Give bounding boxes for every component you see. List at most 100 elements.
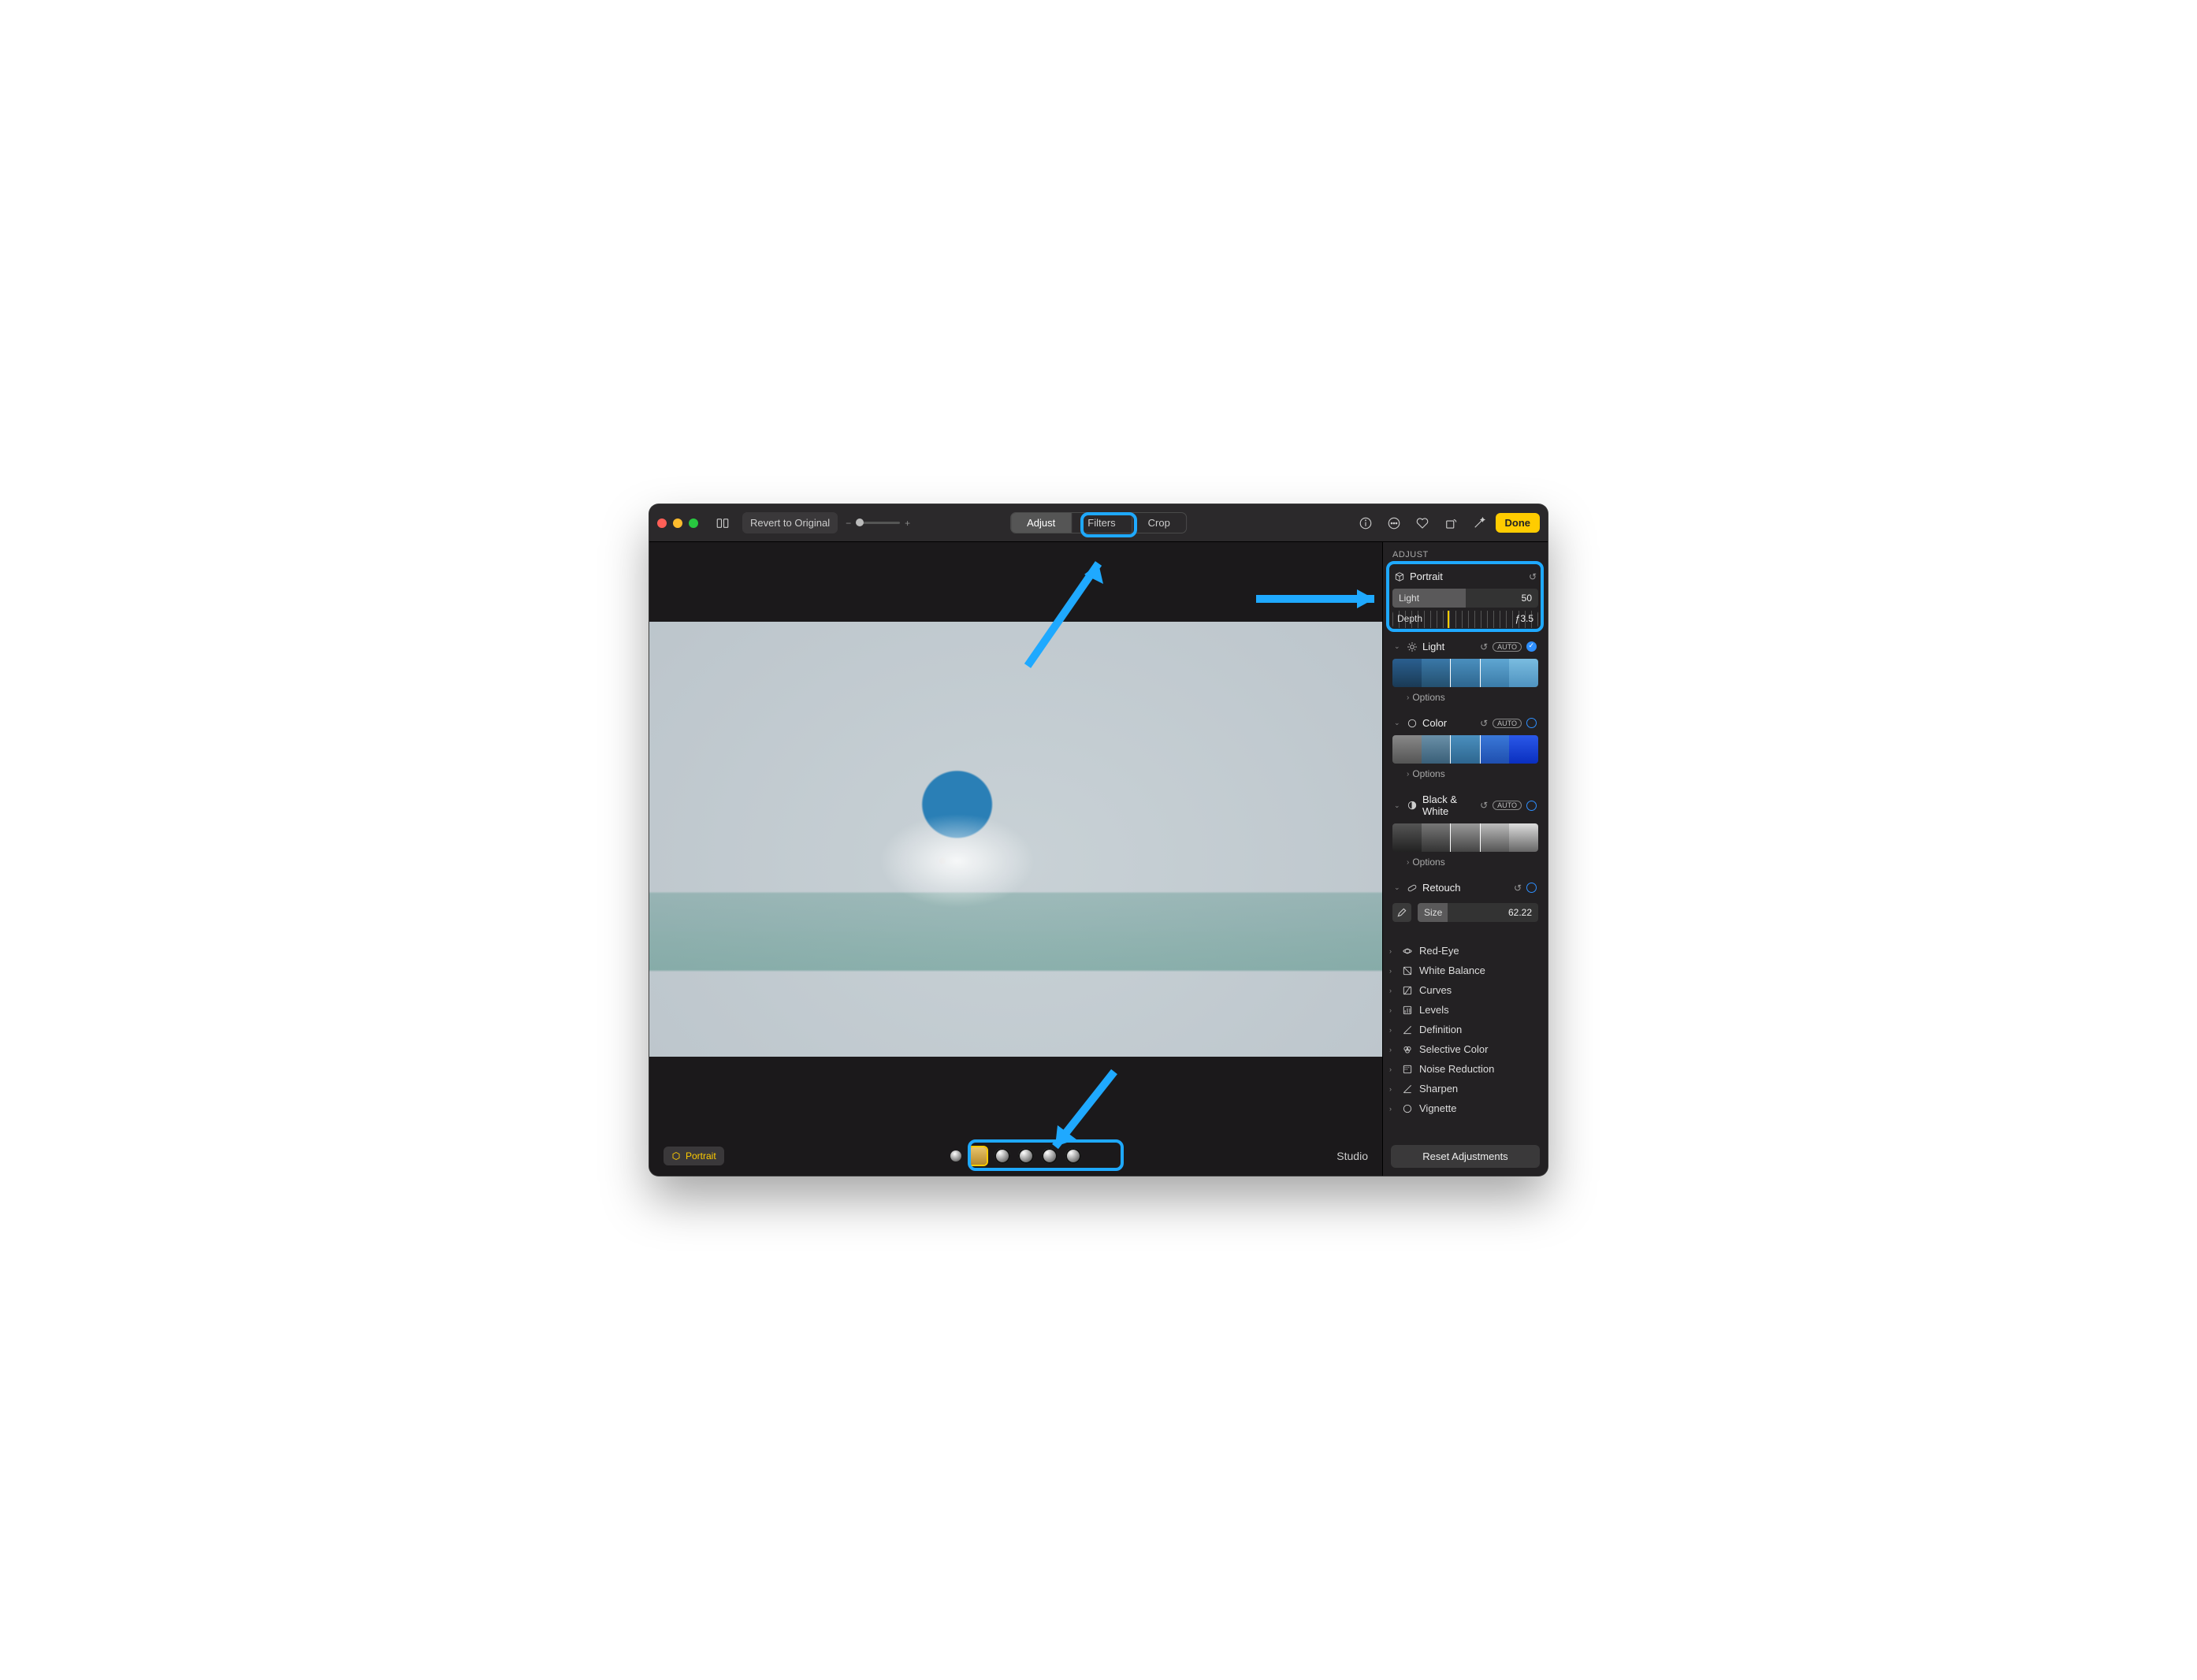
canvas-area: Portrait Studio bbox=[649, 542, 1382, 1176]
portrait-depth-slider[interactable]: Depth ƒ3.5 bbox=[1392, 611, 1538, 628]
bw-reset-icon[interactable]: ↺ bbox=[1480, 800, 1488, 811]
chevron-down-icon: ⌄ bbox=[1394, 883, 1402, 892]
white-balance-icon bbox=[1402, 965, 1413, 976]
panel-retouch-name: Retouch bbox=[1422, 882, 1509, 894]
light-auto-button[interactable]: AUTO bbox=[1493, 642, 1522, 652]
minimize-window-button[interactable] bbox=[673, 518, 682, 528]
bw-thumbnails[interactable] bbox=[1392, 823, 1538, 852]
portrait-depth-value: ƒ3.5 bbox=[1515, 613, 1533, 624]
chevron-right-icon: › bbox=[1389, 1085, 1396, 1093]
chevron-right-icon: › bbox=[1389, 1006, 1396, 1014]
color-enable-toggle[interactable] bbox=[1526, 718, 1537, 728]
panel-label: Vignette bbox=[1419, 1102, 1456, 1114]
reset-adjustments-button[interactable]: Reset Adjustments bbox=[1391, 1145, 1540, 1168]
retouch-enable-toggle[interactable] bbox=[1526, 883, 1537, 893]
done-button[interactable]: Done bbox=[1496, 513, 1541, 533]
zoom-track[interactable] bbox=[856, 522, 900, 524]
panel-noise-reduction[interactable]: › Noise Reduction bbox=[1386, 1059, 1545, 1079]
light-options-toggle[interactable]: Options bbox=[1392, 690, 1538, 708]
sidebar-content: Portrait ↺ Light 50 Depth ƒ3.5 bbox=[1383, 564, 1548, 1137]
light-enable-toggle[interactable] bbox=[1526, 641, 1537, 652]
panel-white-balance[interactable]: › White Balance bbox=[1386, 961, 1545, 980]
color-auto-button[interactable]: AUTO bbox=[1493, 719, 1522, 728]
portrait-badge[interactable]: Portrait bbox=[664, 1147, 724, 1165]
canvas-bottom-bar: Portrait Studio bbox=[649, 1136, 1382, 1176]
panel-bw: ⌄ Black & White ↺ AUTO Options bbox=[1386, 787, 1545, 875]
portrait-reset-icon[interactable]: ↺ bbox=[1529, 571, 1537, 582]
panel-selective-color[interactable]: › Selective Color bbox=[1386, 1039, 1545, 1059]
color-reset-icon[interactable]: ↺ bbox=[1480, 718, 1488, 729]
light-reset-icon[interactable]: ↺ bbox=[1480, 641, 1488, 652]
lighting-contour[interactable] bbox=[994, 1148, 1010, 1164]
panel-color-header[interactable]: ⌄ Color ↺ AUTO bbox=[1392, 714, 1538, 732]
chevron-right-icon: › bbox=[1389, 1026, 1396, 1034]
portrait-badge-label: Portrait bbox=[686, 1150, 716, 1162]
photo-viewport[interactable] bbox=[649, 542, 1382, 1136]
lighting-high-key-mono[interactable] bbox=[1065, 1148, 1081, 1164]
panel-label: Curves bbox=[1419, 984, 1452, 996]
close-window-button[interactable] bbox=[657, 518, 667, 528]
panel-light-header[interactable]: ⌄ Light ↺ AUTO bbox=[1392, 637, 1538, 656]
color-thumbnails[interactable] bbox=[1392, 735, 1538, 764]
more-button[interactable] bbox=[1382, 511, 1406, 535]
portrait-light-value: 50 bbox=[1515, 593, 1538, 604]
window-controls bbox=[657, 518, 698, 528]
retouch-size-value: 62.22 bbox=[1502, 907, 1538, 918]
panel-portrait-header[interactable]: Portrait ↺ bbox=[1392, 567, 1538, 585]
sun-icon bbox=[1407, 641, 1418, 652]
compare-button[interactable] bbox=[711, 511, 734, 535]
auto-enhance-button[interactable] bbox=[1467, 511, 1491, 535]
lighting-stage[interactable] bbox=[1018, 1148, 1034, 1164]
panel-vignette[interactable]: › Vignette bbox=[1386, 1098, 1545, 1118]
chevron-right-icon: › bbox=[1389, 1065, 1396, 1073]
toolbar: Revert to Original − + Adjust Filters Cr… bbox=[649, 504, 1548, 542]
panel-definition[interactable]: › Definition bbox=[1386, 1020, 1545, 1039]
color-options-toggle[interactable]: Options bbox=[1392, 767, 1538, 784]
tab-crop[interactable]: Crop bbox=[1132, 513, 1186, 533]
info-button[interactable] bbox=[1354, 511, 1377, 535]
lighting-name-label: Studio bbox=[1336, 1150, 1368, 1162]
zoom-thumb[interactable] bbox=[856, 518, 864, 526]
selective-color-icon bbox=[1402, 1044, 1413, 1055]
bw-options-toggle[interactable]: Options bbox=[1392, 855, 1538, 872]
toolbar-right: Done bbox=[1354, 511, 1541, 535]
lighting-studio[interactable] bbox=[969, 1147, 987, 1165]
light-thumbnails[interactable] bbox=[1392, 659, 1538, 687]
edited-photo bbox=[649, 622, 1382, 1057]
panel-sharpen[interactable]: › Sharpen bbox=[1386, 1079, 1545, 1098]
panel-bw-header[interactable]: ⌄ Black & White ↺ AUTO bbox=[1392, 790, 1538, 820]
panel-red-eye[interactable]: › Red-Eye bbox=[1386, 941, 1545, 961]
portrait-depth-label: Depth bbox=[1397, 613, 1422, 624]
photos-edit-window: Revert to Original − + Adjust Filters Cr… bbox=[649, 504, 1548, 1176]
favorite-button[interactable] bbox=[1411, 511, 1434, 535]
lighting-stage-mono[interactable] bbox=[1042, 1148, 1058, 1164]
chevron-down-icon: ⌄ bbox=[1394, 642, 1402, 651]
tab-adjust[interactable]: Adjust bbox=[1011, 513, 1072, 533]
portrait-light-label: Light bbox=[1392, 593, 1426, 604]
chevron-right-icon: › bbox=[1389, 947, 1396, 955]
retouch-brush-tool[interactable] bbox=[1392, 903, 1411, 922]
panel-portrait-name: Portrait bbox=[1410, 571, 1524, 582]
panel-label: Levels bbox=[1419, 1004, 1449, 1016]
definition-icon bbox=[1402, 1024, 1413, 1035]
panel-curves[interactable]: › Curves bbox=[1386, 980, 1545, 1000]
retouch-reset-icon[interactable]: ↺ bbox=[1514, 883, 1522, 894]
lighting-natural[interactable] bbox=[950, 1150, 961, 1162]
panel-retouch-header[interactable]: ⌄ Retouch ↺ bbox=[1392, 879, 1538, 897]
retouch-size-slider[interactable]: Size 62.22 bbox=[1418, 903, 1538, 922]
chevron-right-icon: › bbox=[1389, 1105, 1396, 1113]
bw-enable-toggle[interactable] bbox=[1526, 801, 1537, 811]
panel-portrait: Portrait ↺ Light 50 Depth ƒ3.5 bbox=[1386, 564, 1545, 634]
bw-auto-button[interactable]: AUTO bbox=[1493, 801, 1522, 810]
rotate-button[interactable] bbox=[1439, 511, 1463, 535]
panel-light-name: Light bbox=[1422, 641, 1475, 652]
chevron-right-icon: › bbox=[1389, 987, 1396, 994]
revert-to-original-button[interactable]: Revert to Original bbox=[742, 512, 838, 533]
palette-icon bbox=[1407, 718, 1418, 729]
tab-filters[interactable]: Filters bbox=[1072, 513, 1132, 533]
panel-light: ⌄ Light ↺ AUTO Options bbox=[1386, 634, 1545, 711]
portrait-light-slider[interactable]: Light 50 bbox=[1392, 589, 1538, 608]
fullscreen-window-button[interactable] bbox=[689, 518, 698, 528]
panel-levels[interactable]: › Levels bbox=[1386, 1000, 1545, 1020]
zoom-slider[interactable]: − + bbox=[846, 518, 910, 529]
